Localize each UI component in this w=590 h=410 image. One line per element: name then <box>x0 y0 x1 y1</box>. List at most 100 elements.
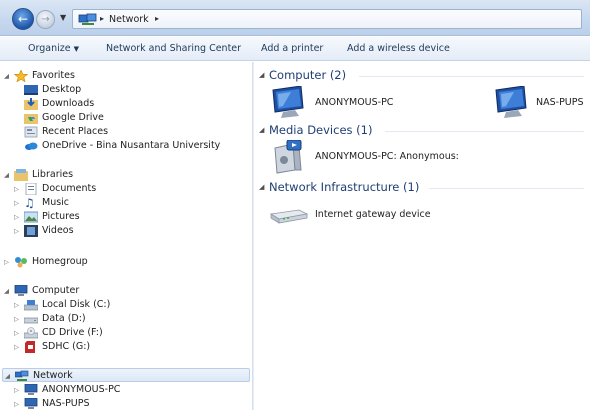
nav-item-cd-drive-f[interactable]: ▷ CD Drive (F:) <box>14 326 214 340</box>
recent-places-icon <box>24 126 38 138</box>
expand-arrow-icon[interactable]: ▷ <box>14 340 22 354</box>
pane-splitter[interactable] <box>252 62 254 410</box>
add-wireless-device-button[interactable]: Add a wireless device <box>347 43 450 54</box>
group-divider <box>385 131 584 132</box>
onedrive-cloud-icon <box>25 142 38 150</box>
nav-homegroup[interactable]: ▷ Homegroup <box>4 255 204 269</box>
nav-item-label: CD Drive (F:) <box>42 327 103 338</box>
nav-item-pictures[interactable]: ▷ Pictures <box>14 210 214 224</box>
nav-item-local-disk-c[interactable]: ▷ Local Disk (C:) <box>14 298 214 312</box>
nav-item-data-d[interactable]: ▷ Data (D:) <box>14 312 214 326</box>
nav-computer[interactable]: ◢ Computer <box>4 284 204 298</box>
group-title: Network Infrastructure (1) <box>269 180 420 194</box>
breadcrumb-network[interactable]: Network <box>109 14 149 25</box>
nav-item-label: Data (D:) <box>42 313 86 324</box>
address-bar-area: ← → ▼ ▸ Network ▸ <box>0 0 590 36</box>
expand-arrow-icon[interactable]: ▷ <box>14 196 22 210</box>
monitor-icon <box>495 86 527 118</box>
collapse-arrow-icon[interactable]: ◢ <box>259 126 264 134</box>
collapse-arrow-icon[interactable]: ◢ <box>259 183 264 191</box>
star-icon <box>14 70 28 82</box>
collapse-arrow-icon[interactable]: ◢ <box>4 69 12 83</box>
computer-icon <box>24 384 38 395</box>
group-title: Computer (2) <box>269 68 347 82</box>
nav-item-label: Desktop <box>42 84 82 95</box>
back-arrow-icon: ← <box>17 12 29 26</box>
nav-favorites-label: Favorites <box>32 70 75 81</box>
forward-button[interactable]: → <box>36 10 55 29</box>
breadcrumb-chevron-icon[interactable]: ▸ <box>100 14 104 23</box>
group-divider <box>359 76 584 77</box>
nav-item-label: Recent Places <box>42 126 109 137</box>
nav-item-label: ANONYMOUS-PC <box>42 384 121 395</box>
expand-arrow-icon[interactable]: ▷ <box>14 224 22 238</box>
expand-arrow-icon[interactable]: ▷ <box>14 182 22 196</box>
nav-libraries-label: Libraries <box>32 169 74 180</box>
nav-item-label: Videos <box>42 225 74 236</box>
add-printer-button[interactable]: Add a printer <box>261 43 323 54</box>
homegroup-icon <box>15 257 27 268</box>
monitor-icon <box>272 86 304 118</box>
organize-menu-button[interactable]: Organize ▼ <box>28 43 79 54</box>
expand-arrow-icon[interactable]: ▷ <box>14 397 22 410</box>
nav-favorites[interactable]: ◢ Favorites <box>4 69 204 83</box>
group-header-media-devices[interactable]: ◢ Media Devices (1) <box>259 123 584 139</box>
nav-network-label: Network <box>33 370 73 381</box>
network-icon <box>15 370 29 381</box>
expand-arrow-icon[interactable]: ▷ <box>14 210 22 224</box>
videos-icon <box>24 225 38 237</box>
nav-item-recent-places[interactable]: Recent Places <box>14 125 214 139</box>
network-item-media-device[interactable]: ANONYMOUS-PC: Anonymous: <box>269 140 499 174</box>
nav-item-google-drive[interactable]: Google Drive <box>14 111 214 125</box>
collapse-arrow-icon[interactable]: ◢ <box>4 284 12 298</box>
command-bar: Organize ▼ Network and Sharing Center Ad… <box>0 37 590 61</box>
expand-arrow-icon[interactable]: ▷ <box>4 255 12 269</box>
nav-item-onedrive[interactable]: OneDrive - Bina Nusantara University <box>14 139 250 153</box>
back-button[interactable]: ← <box>12 8 34 30</box>
nav-item-videos[interactable]: ▷ Videos <box>14 224 214 238</box>
nav-item-downloads[interactable]: Downloads <box>14 97 214 111</box>
nav-item-label: Local Disk (C:) <box>42 299 111 310</box>
nav-item-label: SDHC (G:) <box>42 341 91 352</box>
pictures-icon <box>24 211 38 223</box>
downloads-icon <box>24 98 38 110</box>
nav-item-desktop[interactable]: Desktop <box>14 83 214 97</box>
collapse-arrow-icon[interactable]: ◢ <box>5 369 13 383</box>
network-item-label: ANONYMOUS-PC <box>315 97 394 108</box>
network-icon <box>78 13 97 25</box>
nav-item-documents[interactable]: ▷ Documents <box>14 182 214 196</box>
media-device-icon <box>274 140 302 174</box>
network-item-internet-gateway[interactable]: Internet gateway device <box>269 200 499 234</box>
group-divider <box>429 188 584 189</box>
group-header-computer[interactable]: ◢ Computer (2) <box>259 68 584 84</box>
nav-libraries[interactable]: ◢ Libraries <box>4 168 204 182</box>
forward-arrow-icon: → <box>41 14 50 25</box>
group-title: Media Devices (1) <box>269 123 373 137</box>
nav-item-anonymous-pc[interactable]: ▷ ANONYMOUS-PC <box>14 383 214 397</box>
nav-item-label: Pictures <box>42 211 80 222</box>
collapse-arrow-icon[interactable]: ◢ <box>259 71 264 79</box>
nav-network[interactable]: ◢ Network <box>2 368 250 382</box>
recent-pages-dropdown[interactable]: ▼ <box>60 13 66 22</box>
expand-arrow-icon[interactable]: ▷ <box>14 312 22 326</box>
navigation-pane: ◢ Favorites Desktop Downloads Google Dri… <box>0 62 252 410</box>
nav-item-label: Music <box>42 197 70 208</box>
nav-item-label: OneDrive - Bina Nusantara University <box>42 140 221 151</box>
network-item-anonymous-pc[interactable]: ANONYMOUS-PC <box>269 86 439 120</box>
address-field[interactable]: ▸ Network ▸ <box>72 9 582 29</box>
breadcrumb-chevron-icon[interactable]: ▸ <box>155 14 159 23</box>
network-item-nas-pups[interactable]: NAS-PUPS <box>492 86 587 120</box>
group-header-network-infrastructure[interactable]: ◢ Network Infrastructure (1) <box>259 180 584 196</box>
nav-computer-label: Computer <box>32 285 80 296</box>
nav-item-music[interactable]: ▷ ♫ Music <box>14 196 214 210</box>
network-item-label: Internet gateway device <box>315 209 431 220</box>
collapse-arrow-icon[interactable]: ◢ <box>4 168 12 182</box>
documents-icon <box>25 183 37 195</box>
nav-item-label: Documents <box>42 183 97 194</box>
network-sharing-center-button[interactable]: Network and Sharing Center <box>106 43 241 54</box>
expand-arrow-icon[interactable]: ▷ <box>14 326 22 340</box>
nav-item-sdhc-g[interactable]: ▷ SDHC (G:) <box>14 340 214 354</box>
expand-arrow-icon[interactable]: ▷ <box>14 298 22 312</box>
expand-arrow-icon[interactable]: ▷ <box>14 383 22 397</box>
nav-item-nas-pups[interactable]: ▷ NAS-PUPS <box>14 397 214 410</box>
